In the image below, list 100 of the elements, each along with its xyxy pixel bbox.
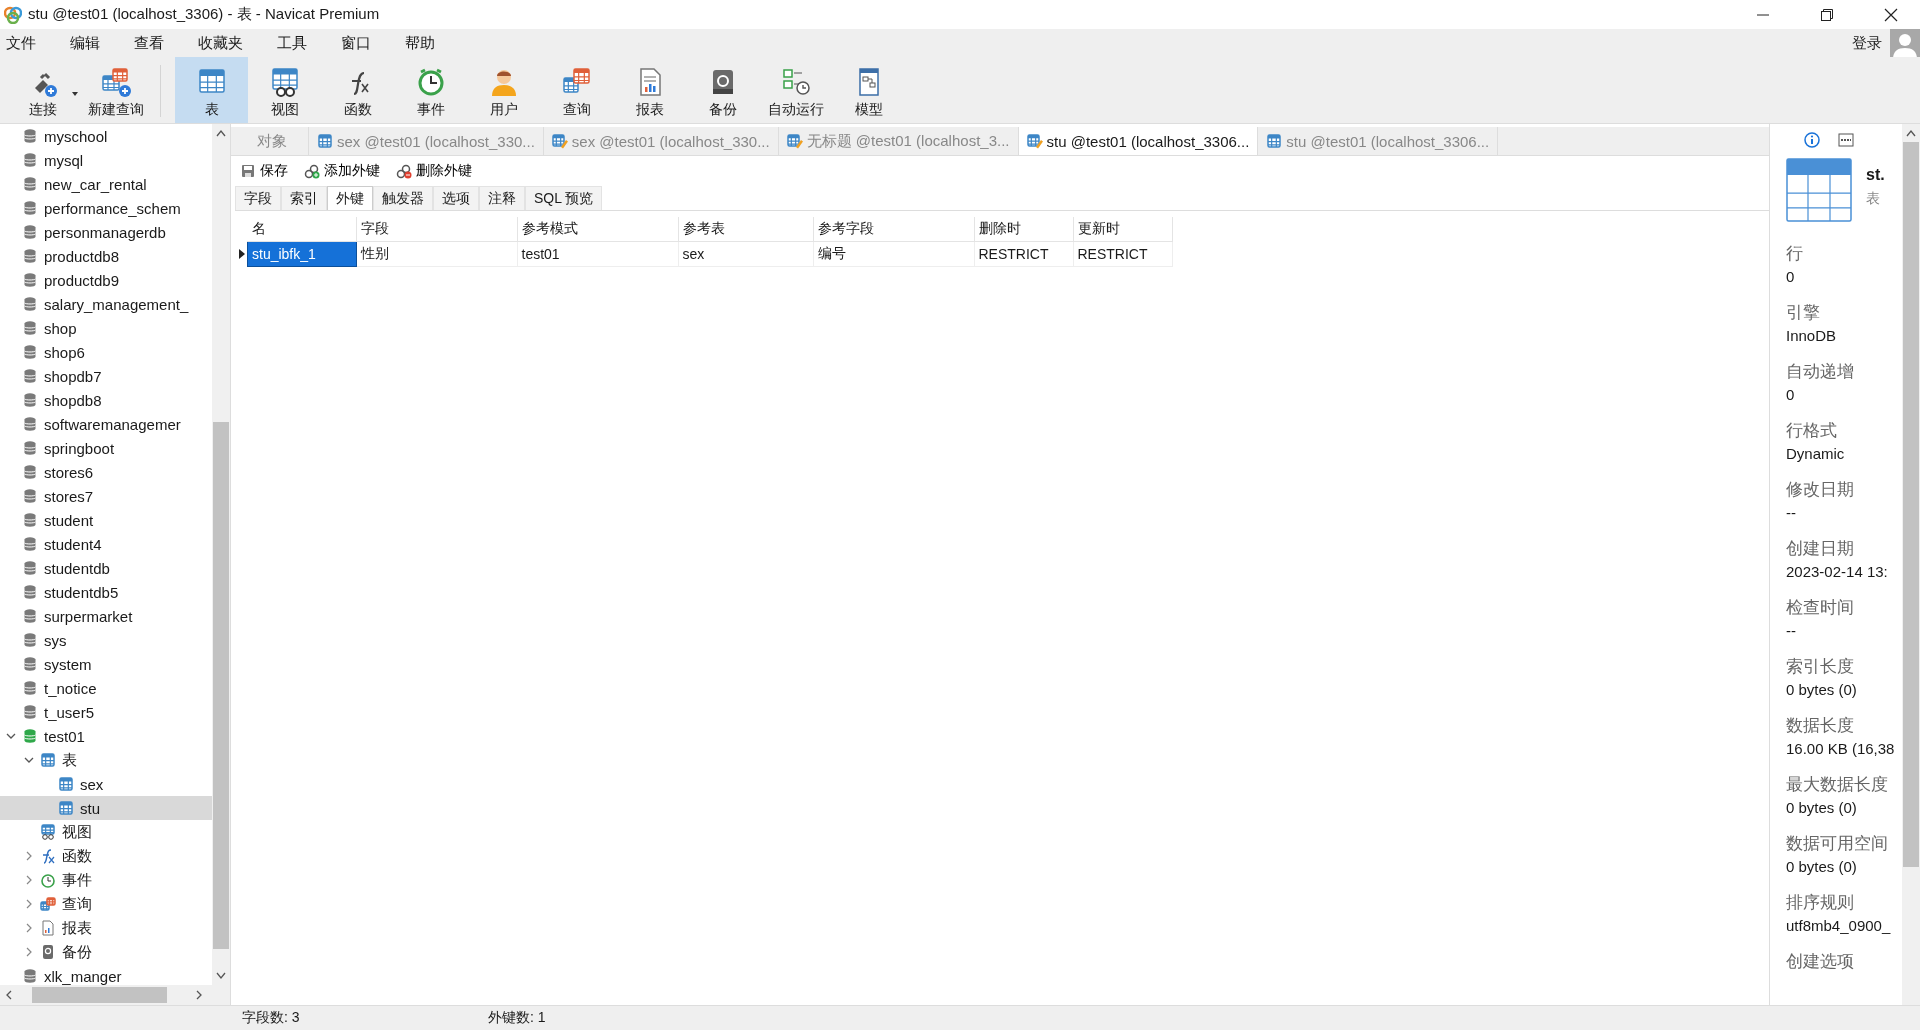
menu-item[interactable]: 窗口 [335,33,386,53]
toolbar-button[interactable]: 新建查询 [79,57,152,123]
menu-item[interactable]: 编辑 [64,33,115,53]
close-icon[interactable] [1884,7,1898,22]
chevron-icon[interactable] [24,899,34,909]
tree-item[interactable]: student4 [0,532,212,556]
table-cell[interactable]: RESTRICT [974,241,1073,267]
tree-item[interactable]: salary_management_ [0,292,212,316]
tree-item[interactable]: myschool [0,124,212,148]
tab[interactable]: 选项 [433,186,479,210]
table-cell[interactable]: sex [678,241,813,267]
tab[interactable]: SQL 预览 [525,186,603,210]
menu-item[interactable]: 查看 [128,33,179,53]
menu-item[interactable]: 帮助 [399,33,450,53]
column-header[interactable]: 字段 [356,217,517,242]
tree-item[interactable]: studentdb5 [0,580,212,604]
toolbar-button[interactable]: 表 [175,57,248,123]
tree-item[interactable]: new_car_rental [0,172,212,196]
caret-icon[interactable] [71,91,79,97]
tree-item[interactable]: productdb8 [0,244,212,268]
tree-item[interactable]: student [0,508,212,532]
scroll-down-icon[interactable] [216,972,226,980]
tab[interactable]: 注释 [479,186,525,210]
tree-item[interactable]: t_user5 [0,700,212,724]
login-link[interactable]: 登录 [1852,33,1882,53]
tree-item[interactable]: shop [0,316,212,340]
tree-item[interactable]: 备份 [0,940,212,964]
tab[interactable]: 外键 [327,186,373,210]
toolbar-button[interactable]: 查询 [540,57,613,123]
table-cell[interactable]: RESTRICT [1073,241,1172,267]
tree-item[interactable]: system [0,652,212,676]
tree-item[interactable]: 函数 [0,844,212,868]
table-cell[interactable]: 性别 [356,241,517,267]
tree-item[interactable]: softwaremanagemer [0,412,212,436]
toolbar-button[interactable]: 连接 [6,57,79,123]
tree-item[interactable]: stu [0,796,212,820]
tree-item[interactable]: surpermarket [0,604,212,628]
tree-item[interactable]: t_notice [0,676,212,700]
ddl-icon[interactable] [1838,132,1854,148]
chevron-icon[interactable] [24,923,34,933]
tree-item[interactable]: test01 [0,724,212,748]
menu-item[interactable]: 工具 [271,33,322,53]
tree-item[interactable]: shopdb7 [0,364,212,388]
tab[interactable]: 索引 [281,186,327,210]
scroll-left-icon[interactable] [4,990,14,1000]
tree-item[interactable]: sys [0,628,212,652]
column-header[interactable]: 参考模式 [517,217,678,242]
chevron-icon[interactable] [24,875,34,885]
tree-item[interactable]: xlk_manger [0,964,212,985]
scroll-up-icon[interactable] [1906,129,1916,137]
tree-item[interactable]: 视图 [0,820,212,844]
table-cell[interactable]: stu_ibfk_1 [247,241,356,267]
toolbar-button[interactable]: 模型 [832,57,905,123]
tree-item[interactable]: shopdb8 [0,388,212,412]
tree-item[interactable]: springboot [0,436,212,460]
restore-icon[interactable] [1821,8,1833,21]
tree-item[interactable]: productdb9 [0,268,212,292]
tree-item[interactable]: performance_schem [0,196,212,220]
tree-item[interactable]: studentdb [0,556,212,580]
toolbar-button[interactable]: 函数 [321,57,394,123]
toolbar-button[interactable]: 用户 [467,57,540,123]
menu-item[interactable]: 文件 [0,33,51,53]
tab[interactable]: 字段 [235,186,281,210]
menu-item[interactable]: 收藏夹 [192,33,258,53]
tree-item[interactable]: 查询 [0,892,212,916]
toolbar-button[interactable]: 添加外键 [301,160,383,182]
scrollbar[interactable] [212,124,230,985]
tab[interactable]: 触发器 [373,186,433,210]
table-cell[interactable]: test01 [517,241,678,267]
column-header[interactable]: 参考字段 [813,217,974,242]
tree-item[interactable]: 表 [0,748,212,772]
column-header[interactable]: 名 [247,217,356,242]
scroll-right-icon[interactable] [194,990,204,1000]
tree-item[interactable]: shop6 [0,340,212,364]
toolbar-button[interactable]: 自动运行 [759,57,832,123]
scrollbar[interactable] [0,985,230,1005]
info-icon[interactable] [1804,132,1820,148]
tree-item[interactable]: 报表 [0,916,212,940]
tree-item[interactable]: sex [0,772,212,796]
scrollbar[interactable] [1902,124,1920,1005]
scroll-up-icon[interactable] [216,129,226,137]
tab[interactable]: stu @test01 (localhost_3306... [1018,127,1259,155]
tree-item[interactable]: stores6 [0,460,212,484]
tree-item[interactable]: 事件 [0,868,212,892]
toolbar-button[interactable]: 保存 [237,160,291,182]
tree-item[interactable]: personmanagerdb [0,220,212,244]
toolbar-button[interactable]: 备份 [686,57,759,123]
chevron-icon[interactable] [24,755,34,765]
column-header[interactable]: 参考表 [678,217,813,242]
toolbar-button[interactable]: 视图 [248,57,321,123]
table-cell[interactable]: 编号 [813,241,974,267]
chevron-icon[interactable] [6,731,16,741]
toolbar-button[interactable]: 报表 [613,57,686,123]
column-header[interactable]: 更新时 [1073,217,1172,242]
tree-item[interactable]: stores7 [0,484,212,508]
toolbar-button[interactable]: 删除外键 [393,160,475,182]
tree-item[interactable]: mysql [0,148,212,172]
chevron-icon[interactable] [24,947,34,957]
chevron-icon[interactable] [24,851,34,861]
column-header[interactable]: 删除时 [974,217,1073,242]
